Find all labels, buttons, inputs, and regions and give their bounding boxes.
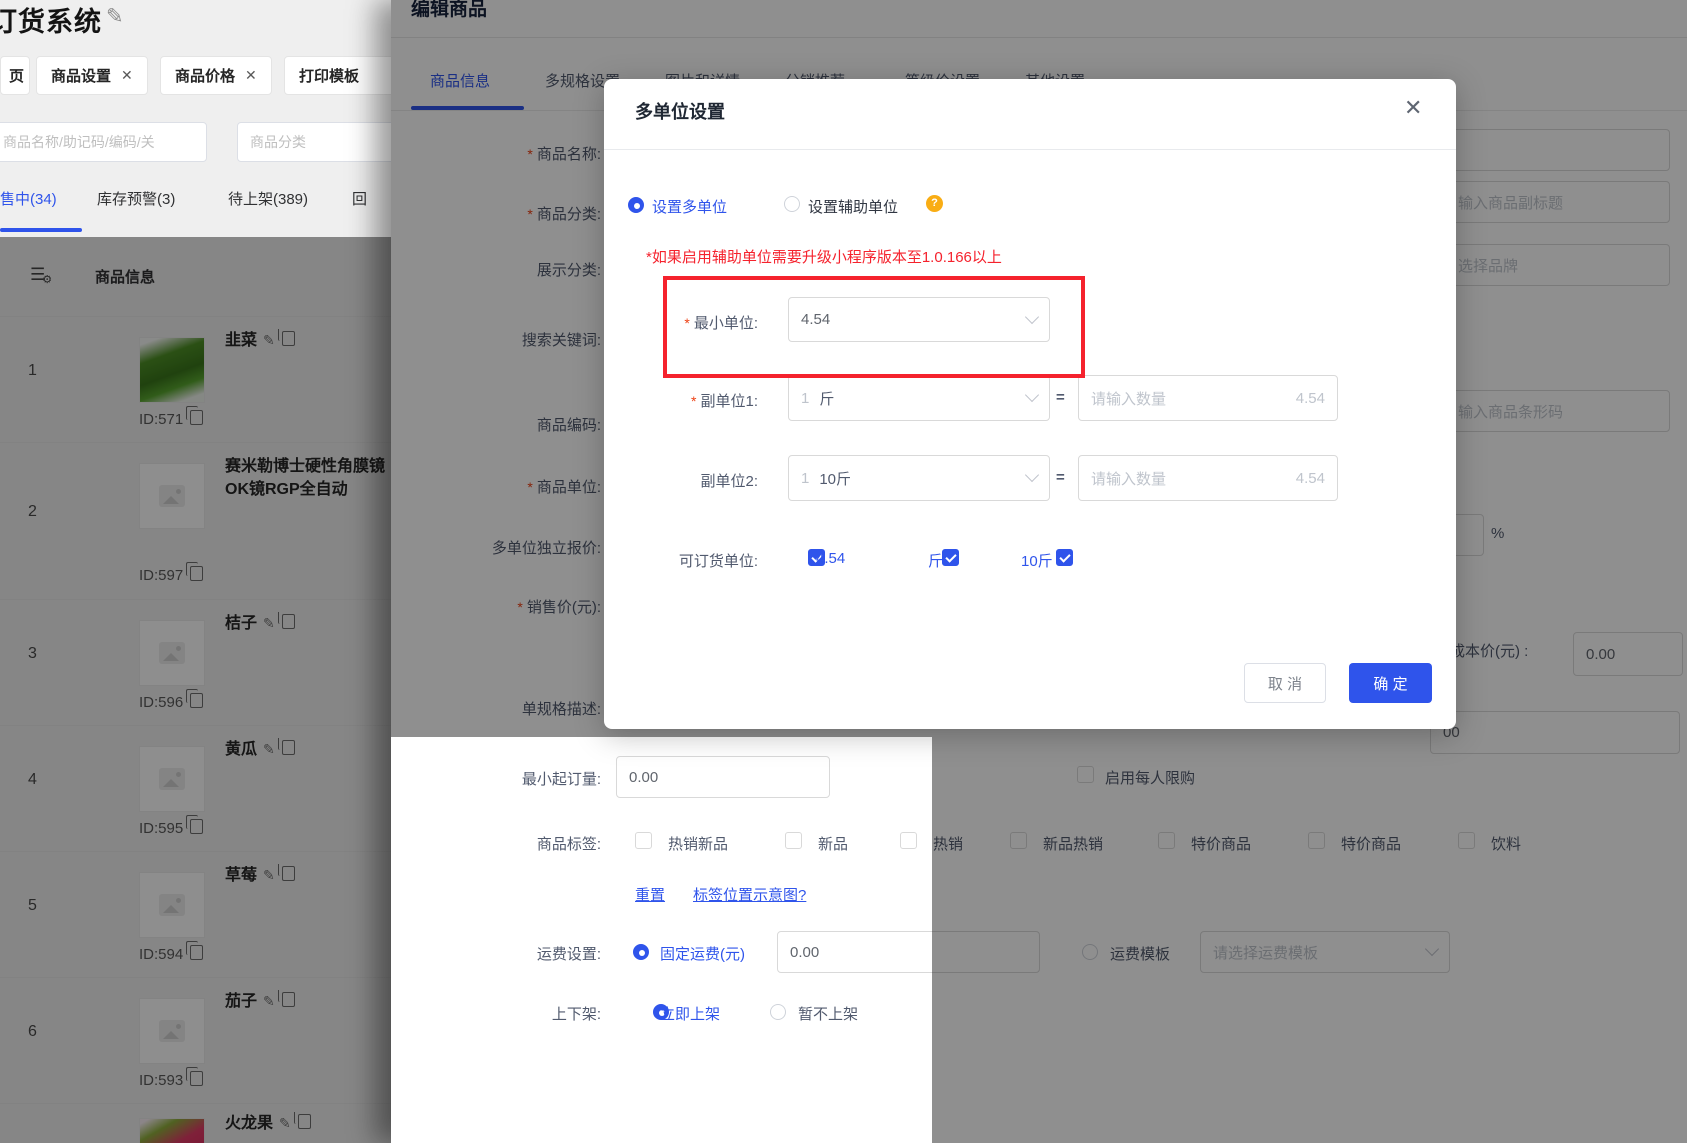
min-unit-select[interactable]: 4.54 (788, 297, 1050, 342)
sub-unit2-qty-input[interactable]: 请输入数量 4.54 (1078, 455, 1338, 501)
nav-tab-product-settings[interactable]: 商品设置 ✕ (36, 56, 148, 95)
fixed-freight-value: 0.00 (790, 943, 820, 961)
sub-unit2-label: 副单位2: (700, 473, 758, 490)
tag-label: 新品 (818, 836, 849, 853)
orderable-option[interactable]: 4.54 (816, 550, 845, 567)
aux-unit-radio[interactable] (784, 196, 800, 212)
qty-suffix: 4.54 (1295, 469, 1325, 487)
orderable-checkbox[interactable] (1056, 549, 1074, 566)
on-sale-now-label[interactable]: 立即上架 (660, 1003, 720, 1024)
multi-unit-dialog: 多单位设置 ✕ 设置多单位 设置辅助单位 ? *如果启用辅助单位需要升级小程序版… (604, 79, 1456, 729)
chevron-down-icon (1024, 467, 1040, 483)
fixed-freight-label[interactable]: 固定运费(元) (660, 943, 745, 964)
qty-placeholder: 请输入数量 (1091, 390, 1167, 408)
status-tab-stock-warning[interactable]: 库存预警(3) (97, 188, 175, 209)
nav-tab-home[interactable]: 页 (0, 56, 30, 95)
equals-sign: = (1056, 469, 1065, 486)
nav-tab-print-template[interactable]: 打印模板 (284, 56, 400, 95)
overlay-drawer-bottom-right[interactable] (932, 737, 1687, 1143)
chevron-down-icon (1024, 309, 1040, 324)
confirm-button[interactable]: 确 定 (1349, 663, 1432, 703)
multi-unit-radio[interactable] (628, 197, 644, 213)
min-order-value: 0.00 (629, 768, 659, 786)
min-unit-value: 4.54 (801, 311, 831, 328)
on-sale-later-radio[interactable] (770, 1004, 786, 1020)
sub-unit1-unit: 斤 (819, 390, 835, 408)
fixed-freight-radio[interactable] (633, 944, 649, 960)
cancel-button[interactable]: 取 消 (1244, 663, 1326, 703)
category-placeholder: 商品分类 (250, 134, 306, 150)
reset-link[interactable]: 重置 (635, 884, 665, 905)
orderable-checkbox[interactable] (941, 549, 959, 566)
status-tab-underline (0, 228, 82, 232)
page-title: 订货系统 (0, 7, 102, 37)
search-placeholder: 商品名称/助记码/编码/关 (3, 134, 155, 150)
qty-placeholder: 请输入数量 (1091, 470, 1167, 488)
multi-unit-radio-label[interactable]: 设置多单位 (652, 196, 727, 217)
orderable-option[interactable]: 10斤 (1021, 550, 1053, 571)
tag-position-link[interactable]: 标签位置示意图? (693, 884, 806, 905)
label-on-sale: 上下架: (551, 1006, 601, 1023)
status-tab-to-be-listed[interactable]: 待上架(389) (228, 188, 308, 209)
on-sale-later-label: 暂不上架 (798, 1006, 859, 1023)
tag-checkbox[interactable] (785, 832, 802, 849)
sub-unit2-select[interactable]: 1 10斤 (788, 455, 1050, 501)
category-select[interactable]: 商品分类 (237, 122, 399, 162)
sub-unit1-prefix: 1 (801, 389, 810, 407)
min-order-input[interactable]: 0.00 (616, 756, 830, 798)
tag-label: 热销新品 (668, 836, 729, 853)
sub-unit1-select[interactable]: 1 斤 (788, 375, 1050, 421)
close-icon[interactable]: ✕ (1404, 95, 1422, 121)
qty-suffix: 4.54 (1295, 389, 1325, 407)
sub-unit2-prefix: 1 (801, 469, 810, 487)
orderable-option[interactable]: 斤 (928, 550, 943, 571)
label-min-order: 最小起订量: (521, 771, 601, 788)
equals-sign: = (1056, 389, 1065, 406)
overlay-left (0, 237, 391, 1143)
label-freight: 运费设置: (536, 946, 601, 963)
status-tab-on-sale[interactable]: 售中(34) (0, 188, 57, 209)
search-input[interactable]: 商品名称/助记码/编码/关 (0, 122, 207, 162)
label-tags: 商品标签: (536, 836, 601, 853)
sub-unit1-qty-input[interactable]: 请输入数量 4.54 (1078, 375, 1338, 421)
sub-unit1-label: 副单位1: (644, 390, 758, 411)
close-tab-icon[interactable]: ✕ (121, 67, 133, 84)
aux-unit-radio-label[interactable]: 设置辅助单位 (808, 196, 898, 217)
close-tab-icon[interactable]: ✕ (245, 67, 257, 84)
help-icon[interactable]: ? (926, 195, 943, 212)
status-tab-recycle[interactable]: 回 (352, 188, 367, 209)
tag-checkbox[interactable] (900, 832, 917, 849)
divider (604, 149, 1456, 150)
chevron-down-icon (1024, 387, 1040, 403)
edit-title-icon[interactable]: ✎ (106, 4, 124, 29)
min-unit-label: 最小单位: (644, 312, 758, 333)
orderable-units-label: 可订货单位: (678, 553, 758, 570)
warning-text: *如果启用辅助单位需要升级小程序版本至1.0.166以上 (646, 249, 1002, 266)
dialog-title: 多单位设置 (635, 102, 725, 122)
nav-tab-product-price[interactable]: 商品价格 ✕ (160, 56, 272, 95)
sub-unit2-unit: 10斤 (819, 470, 852, 488)
app-root: 订货系统 ✎ 页 商品设置 ✕ 商品价格 ✕ 打印模板 商品名称/助记码/编码/… (0, 0, 1687, 1143)
tag-checkbox[interactable] (635, 832, 652, 849)
